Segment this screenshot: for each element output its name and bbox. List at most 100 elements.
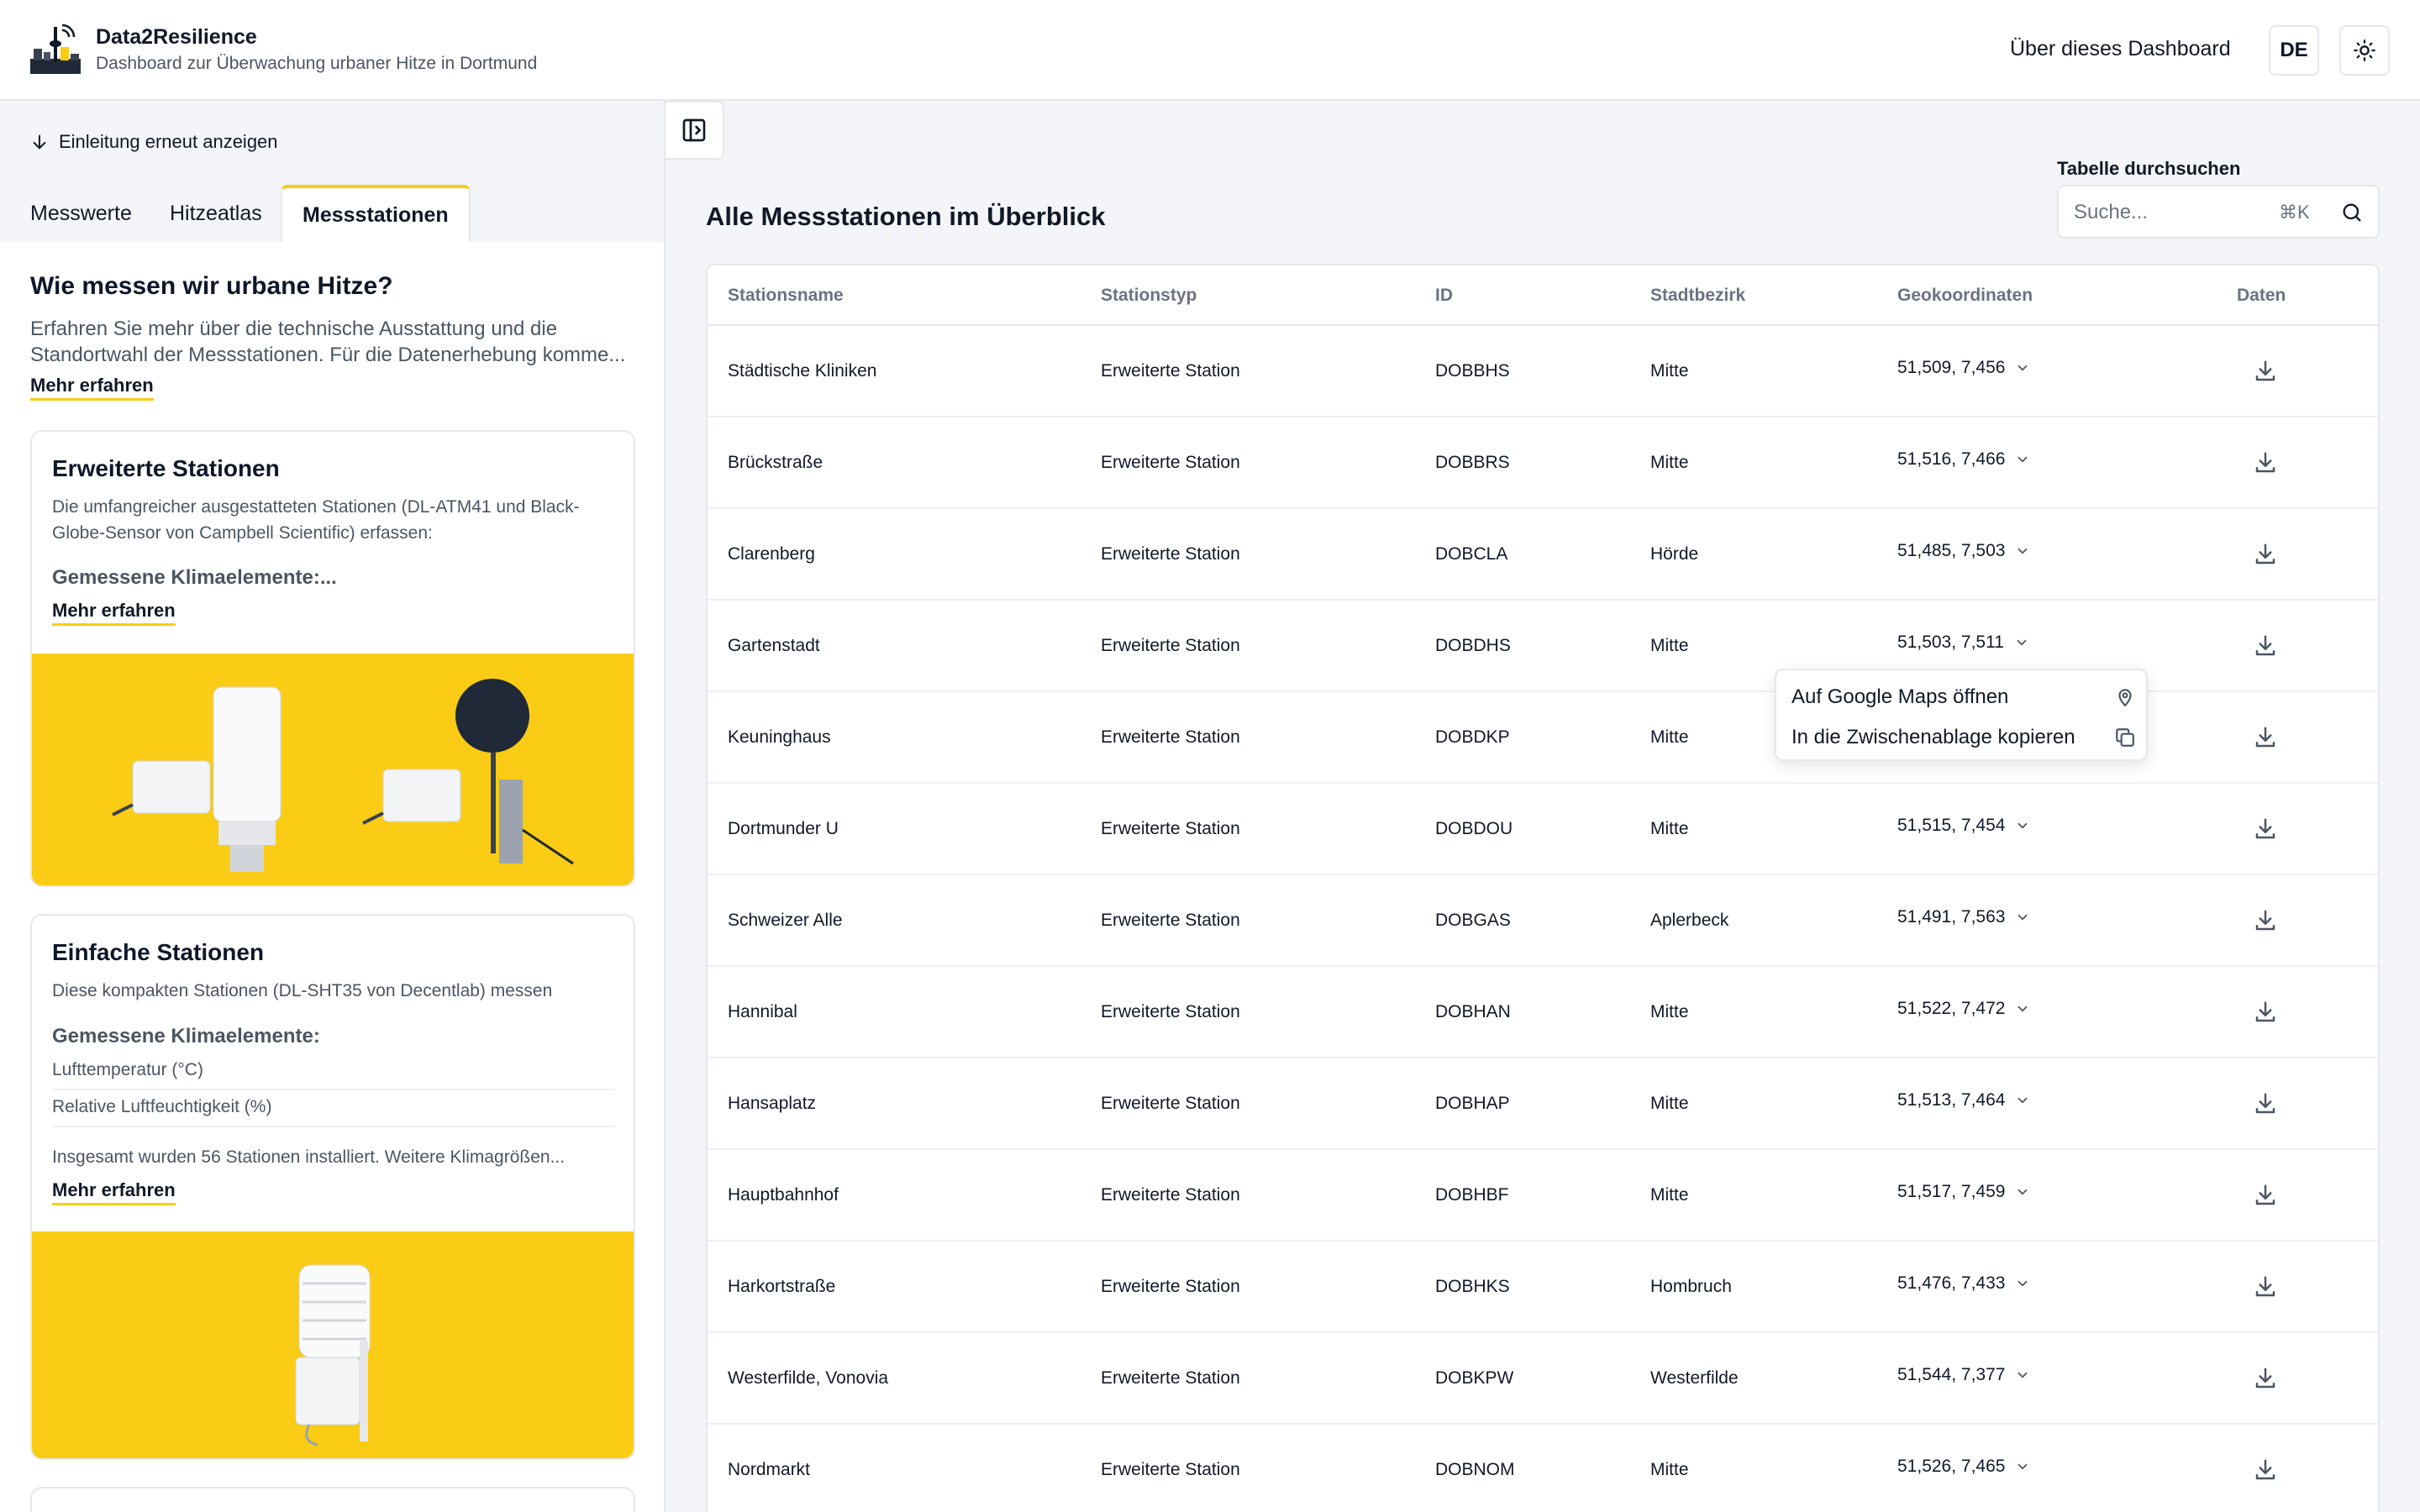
search-box: ⌘K [2057, 185, 2380, 239]
coordinates-dropdown[interactable]: 51,517, 7,459 [1897, 1182, 2030, 1202]
open-google-maps-label: Auf Google Maps öffnen [1791, 685, 2009, 708]
station-type: Erweiterte Station [1101, 727, 1240, 747]
col-stationsname[interactable]: Stationsname [728, 286, 844, 306]
station-type: Erweiterte Station [1101, 544, 1240, 564]
sidebar: Einleitung erneut anzeigen Messwerte Hit… [0, 101, 666, 1512]
dortmund-tower-logo-icon[interactable] [29, 22, 82, 76]
col-geokoordinaten[interactable]: Geokoordinaten [1897, 286, 2033, 306]
table-row: Harkortstraße Erweiterte Station DOBHKS Hom… [708, 1242, 2378, 1333]
download-button[interactable] [2252, 1090, 2279, 1117]
tab-hitzeatlas[interactable]: Hitzeatlas [170, 185, 262, 242]
about-dashboard-link[interactable]: Über dieses Dashboard [2010, 37, 2231, 61]
download-button[interactable] [2252, 1365, 2279, 1392]
station-id: DOBNOM [1435, 1460, 1515, 1479]
copy-clipboard-item[interactable]: In die Zwischenablage kopieren [1791, 719, 2136, 756]
station-name: Schweizer Alle [728, 911, 843, 930]
coordinates-dropdown[interactable]: 51,544, 7,377 [1897, 1365, 2030, 1385]
map-pin-icon [2118, 689, 2132, 707]
download-button[interactable] [2252, 449, 2279, 476]
download-icon [2255, 543, 2275, 564]
col-stationstyp[interactable]: Stationstyp [1101, 286, 1197, 306]
tab-messwerte[interactable]: Messwerte [30, 185, 132, 242]
app-title: Data2Resilience [96, 25, 257, 49]
card-subtitle: Gemessene Klimaelemente: [52, 1025, 320, 1047]
coordinates-value: 51,476, 7,433 [1897, 1273, 2006, 1293]
chevron-down-icon [2018, 1189, 2028, 1195]
coordinates-value: 51,517, 7,459 [1897, 1182, 2006, 1201]
coordinates-value: 51,522, 7,472 [1897, 999, 2006, 1018]
download-button[interactable] [2252, 1457, 2279, 1483]
show-intro-link[interactable]: Einleitung erneut anzeigen [30, 131, 278, 153]
col-id[interactable]: ID [1435, 286, 1453, 306]
open-google-maps-item[interactable]: Auf Google Maps öffnen [1791, 679, 2136, 716]
coordinates-dropdown[interactable]: 51,503, 7,511 [1897, 633, 2029, 653]
chevron-down-icon [2018, 1372, 2028, 1378]
stations-table: Stationsname Stationstyp ID Stadtbezirk … [706, 264, 2380, 1512]
chevron-down-icon [2018, 1463, 2028, 1470]
chevron-down-icon [2018, 1097, 2028, 1104]
chevron-down-icon [2018, 456, 2028, 463]
coordinates-dropdown[interactable]: 51,485, 7,503 [1897, 541, 2030, 561]
sidebar-toggle-button[interactable] [666, 101, 724, 160]
chevron-down-icon [2018, 365, 2028, 371]
coordinates-dropdown[interactable]: 51,476, 7,433 [1897, 1273, 2030, 1294]
station-name: Nordmarkt [728, 1460, 811, 1479]
theme-toggle-button[interactable] [2339, 25, 2390, 76]
download-icon [2255, 818, 2275, 839]
station-type: Erweiterte Station [1101, 1368, 1240, 1388]
card-more-link[interactable]: Mehr erfahren [52, 600, 176, 626]
download-icon [2255, 360, 2275, 381]
station-name: Hansaplatz [728, 1094, 817, 1113]
download-button[interactable] [2252, 633, 2279, 659]
download-icon [2255, 1459, 2275, 1480]
coordinates-dropdown[interactable]: 51,526, 7,465 [1897, 1457, 2030, 1477]
table-row: Hauptbahnhof Erweiterte Station DOBHBF Mitt… [708, 1150, 2378, 1242]
language-button[interactable]: DE [2269, 25, 2319, 76]
station-district: Mitte [1650, 636, 1689, 655]
station-id: DOBGAS [1435, 911, 1511, 930]
coordinates-dropdown[interactable]: 51,513, 7,464 [1897, 1090, 2030, 1110]
download-button[interactable] [2252, 1273, 2279, 1300]
download-button[interactable] [2252, 1182, 2279, 1209]
download-button[interactable] [2252, 724, 2279, 751]
coordinates-value: 51,516, 7,466 [1897, 449, 2006, 469]
coordinates-dropdown[interactable]: 51,522, 7,472 [1897, 999, 2030, 1019]
table-row: Hansaplatz Erweiterte Station DOBHAP Mitte 5… [708, 1058, 2378, 1150]
panel-more-link[interactable]: Mehr erfahren [30, 375, 154, 401]
station-type: Erweiterte Station [1101, 453, 1240, 472]
download-button[interactable] [2252, 999, 2279, 1026]
sun-icon [2354, 39, 2375, 61]
download-button[interactable] [2252, 907, 2279, 934]
station-id: DOBDKP [1435, 727, 1510, 747]
coordinates-dropdown[interactable]: 51,515, 7,454 [1897, 816, 2030, 836]
download-button[interactable] [2252, 541, 2279, 568]
panel-description: Erfahren Sie mehr über die technische Au… [30, 318, 626, 366]
search-input[interactable] [2074, 198, 2275, 227]
station-id: DOBCLA [1435, 544, 1508, 564]
col-stadtbezirk[interactable]: Stadtbezirk [1650, 286, 1745, 306]
card-subtitle: Gemessene Klimaelemente:... [52, 566, 337, 589]
coordinates-dropdown[interactable]: 51,491, 7,563 [1897, 907, 2030, 927]
station-district: Mitte [1650, 727, 1689, 747]
card-more-link[interactable]: Mehr erfahren [52, 1179, 176, 1205]
search-button[interactable] [2333, 193, 2371, 232]
download-button[interactable] [2252, 816, 2279, 843]
download-button[interactable] [2252, 358, 2279, 385]
search-shortcut: ⌘K [2279, 202, 2310, 223]
col-daten: Daten [2237, 286, 2286, 305]
station-type: Erweiterte Station [1101, 636, 1240, 655]
tab-messstationen[interactable]: Messstationen [281, 185, 471, 242]
download-icon [2255, 635, 2275, 656]
coordinates-dropdown[interactable]: 51,509, 7,456 [1897, 358, 2030, 378]
station-id: DOBDHS [1435, 636, 1511, 655]
table-row: Nordmarkt Erweiterte Station DOBNOM Mitte 51… [708, 1425, 2378, 1512]
download-icon [2255, 1001, 2275, 1022]
simple-station-image [32, 1231, 634, 1458]
station-name: Dortmunder U [728, 819, 839, 838]
chevron-down-icon [2018, 1280, 2028, 1287]
show-intro-label: Einleitung erneut anzeigen [59, 131, 278, 152]
table-row: Brückstraße Erweiterte Station DOBBRS Mitte… [708, 417, 2378, 509]
download-icon [2255, 1093, 2275, 1114]
list-item: Relative Luftfeuchtigkeit (%) [52, 1097, 615, 1127]
coordinates-dropdown[interactable]: 51,516, 7,466 [1897, 449, 2030, 470]
